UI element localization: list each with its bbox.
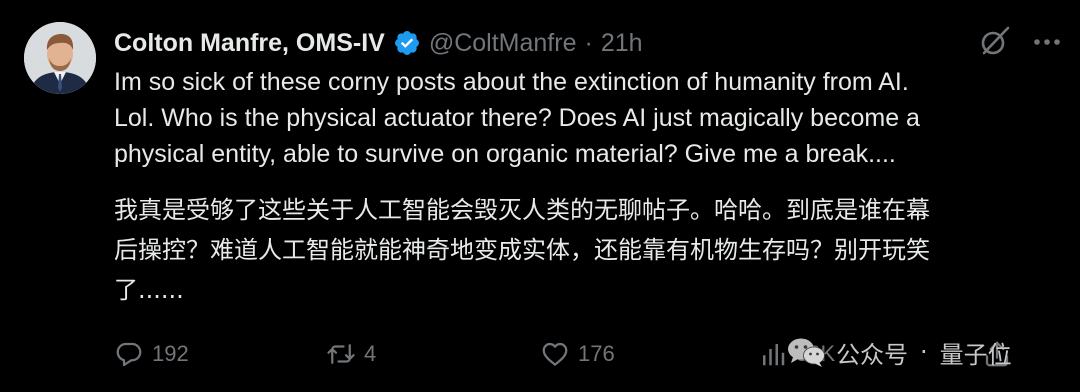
author-display-name[interactable]: Colton Manfre, OMS-IV [114,29,385,58]
retweet-count: 4 [364,341,377,366]
verified-badge-icon[interactable] [393,29,421,57]
more-options-icon[interactable] [1030,28,1064,56]
like-count: 176 [578,341,615,366]
tweet-text-line: Lol. Who is the physical actuator there?… [114,104,920,132]
tweet-text-line: 了...... [114,276,184,304]
avatar-photo-icon [24,22,96,94]
avatar[interactable] [24,22,96,94]
reply-button[interactable]: 192 [114,334,189,374]
reply-count: 192 [152,341,189,366]
like-button[interactable]: 176 [540,334,615,374]
watermark-label: 公众号 [836,340,908,369]
tweet-header: Colton Manfre, OMS-IV @ColtManfre · 21h [114,26,643,60]
watermark: 公众号 · 量子位 [786,330,1012,374]
retweet-button[interactable]: 4 [326,334,376,374]
tweet-text-line: physical entity, able to survive on orga… [114,140,896,168]
tweet-text-line: 我真是受够了这些关于人工智能会毁灭人类的无聊帖子。哈哈。到底是谁在幕 [114,196,930,224]
tweet-text-english: Im so sick of these corny posts about th… [114,64,1054,172]
retweet-icon [327,344,355,364]
header-separator: · [584,28,593,57]
grok-icon[interactable] [978,26,1010,58]
tweet-timestamp[interactable]: 21h [601,29,643,58]
reply-icon [116,342,142,367]
views-bar-chart-icon [763,344,785,366]
wechat-logo-icon [788,338,825,367]
watermark-separator: · [920,338,928,366]
tweet[interactable]: Colton Manfre, OMS-IV @ColtManfre · 21h … [0,0,1080,392]
tweet-text-line: 后操控？难道人工智能就能神奇地变成实体，还能靠有机物生存吗？别开玩笑 [114,236,930,264]
tweet-text-chinese: 我真是受够了这些关于人工智能会毁灭人类的无聊帖子。哈哈。到底是谁在幕 后操控？难… [114,190,1054,310]
author-handle[interactable]: @ColtManfre [429,29,577,58]
heart-icon [542,342,568,366]
tweet-text-line: Im so sick of these corny posts about th… [114,68,909,96]
watermark-name: 量子位 [939,340,1012,369]
